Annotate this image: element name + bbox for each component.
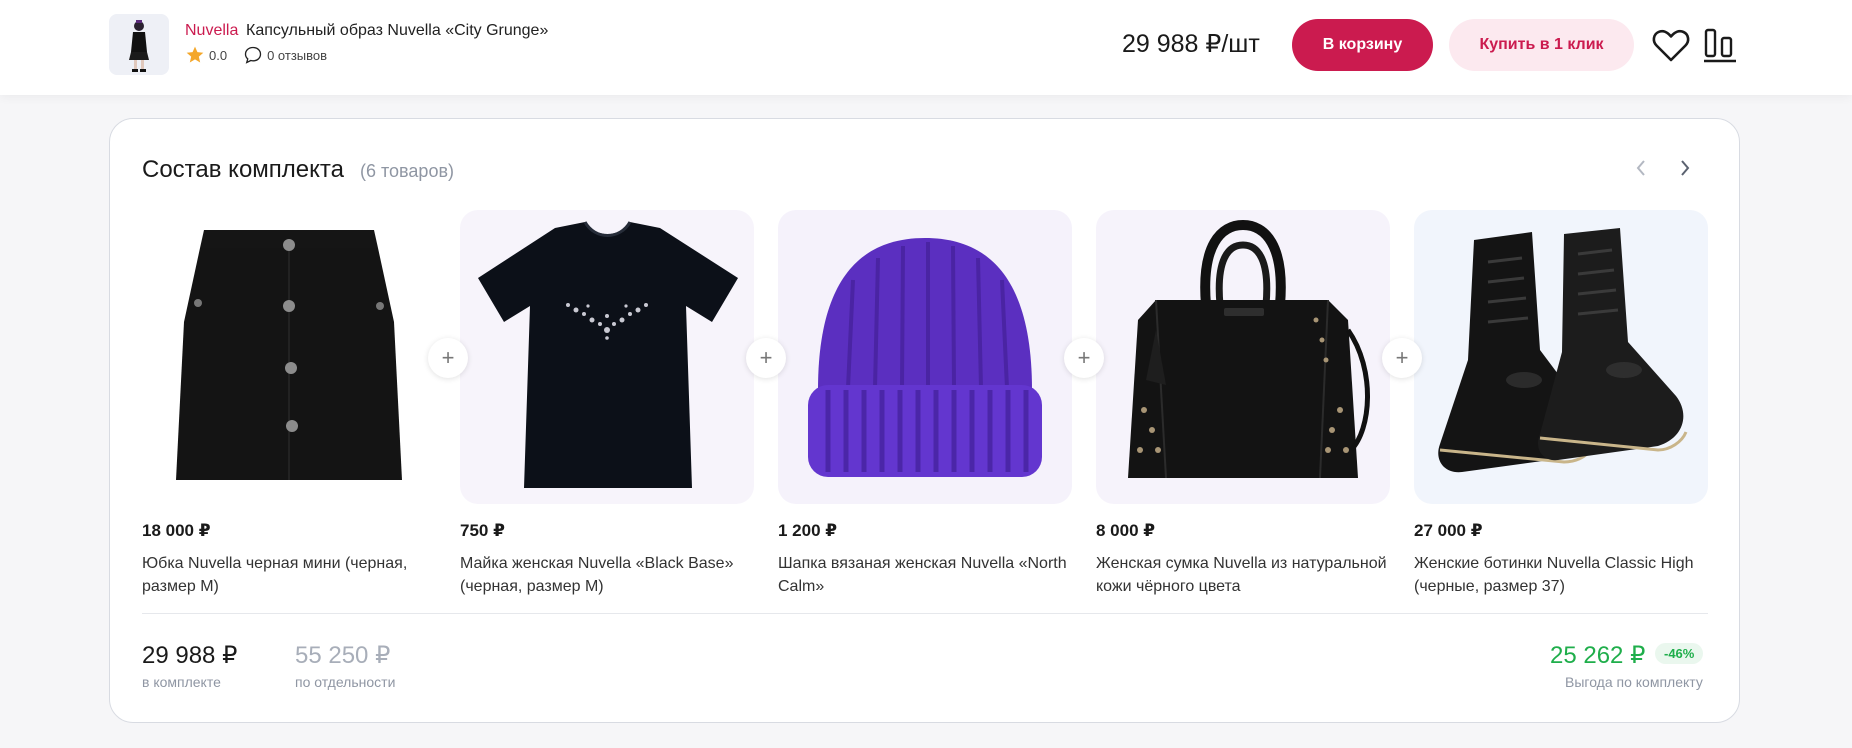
item-count: (6 товаров) bbox=[360, 161, 455, 181]
item-price: 1 200 ₽ bbox=[778, 521, 838, 540]
compare-icon[interactable] bbox=[1702, 26, 1740, 64]
set-item-beanie[interactable]: 1 200 ₽ Шапка вязаная женская Nuvella «N… bbox=[778, 210, 1072, 598]
divider bbox=[142, 613, 1708, 614]
set-total-price: 29 988 ₽ bbox=[142, 642, 238, 669]
plus-icon: + bbox=[746, 338, 786, 378]
carousel-prev-button[interactable] bbox=[1628, 155, 1654, 181]
carousel-next-button[interactable] bbox=[1672, 155, 1698, 181]
rating-value: 0.0 bbox=[209, 47, 228, 63]
heart-icon[interactable] bbox=[1650, 24, 1692, 66]
item-price: 27 000 ₽ bbox=[1414, 521, 1483, 540]
product-image-boots[interactable] bbox=[1414, 210, 1708, 504]
comment-icon bbox=[244, 46, 262, 64]
set-item-skirt[interactable]: 18 000 ₽ Юбка Nuvella черная мини (черна… bbox=[142, 210, 436, 598]
item-price: 18 000 ₽ bbox=[142, 521, 211, 540]
item-name[interactable]: Майка женская Nuvella «Black Base» (черн… bbox=[460, 552, 754, 598]
plus-icon: + bbox=[1382, 338, 1422, 378]
buy-one-click-button[interactable]: Купить в 1 клик bbox=[1449, 19, 1634, 71]
plus-icon: + bbox=[1064, 338, 1104, 378]
add-to-cart-button[interactable]: В корзину bbox=[1292, 19, 1433, 71]
rating-row: 0.0 0 отзывов bbox=[185, 45, 327, 65]
set-item-bag[interactable]: 8 000 ₽ Женская сумка Nuvella из натурал… bbox=[1096, 210, 1390, 598]
product-title: Капсульный образ Nuvella «City Grunge» bbox=[246, 22, 549, 39]
separate-total-price: 55 250 ₽ bbox=[295, 642, 391, 669]
discount-badge: -46% bbox=[1655, 643, 1704, 664]
item-name[interactable]: Шапка вязаная женская Nuvella «North Cal… bbox=[778, 552, 1072, 598]
section-title: Состав комплекта bbox=[142, 156, 344, 183]
product-image-tshirt[interactable] bbox=[460, 210, 754, 504]
chevron-left-icon bbox=[1636, 160, 1645, 176]
item-price: 8 000 ₽ bbox=[1096, 521, 1156, 540]
set-item-tshirt[interactable]: 750 ₽ Майка женская Nuvella «Black Base»… bbox=[460, 210, 754, 598]
chevron-right-icon bbox=[1681, 160, 1690, 176]
sticky-product-header: Nuvella Капсульный образ Nuvella «City G… bbox=[0, 0, 1852, 95]
product-image-beanie[interactable] bbox=[778, 210, 1072, 504]
product-image-bag[interactable] bbox=[1096, 210, 1390, 504]
set-composition-card: Состав комплекта (6 товаров) 18 000 ₽ Юб… bbox=[109, 118, 1740, 723]
product-image-skirt[interactable] bbox=[142, 210, 436, 504]
set-item-boots[interactable]: 27 000 ₽ Женские ботинки Nuvella Classic… bbox=[1414, 210, 1708, 598]
item-price: 750 ₽ bbox=[460, 521, 505, 540]
star-icon bbox=[186, 46, 204, 63]
item-name[interactable]: Женская сумка Nuvella из натуральной кож… bbox=[1096, 552, 1390, 598]
savings-amount: 25 262 ₽ bbox=[1550, 642, 1646, 669]
reviews-link[interactable]: 0 отзывов bbox=[267, 48, 327, 63]
brand-link[interactable]: Nuvella bbox=[185, 22, 238, 40]
unit-price: 29 988 ₽/шт bbox=[1122, 30, 1260, 58]
item-name[interactable]: Женские ботинки Nuvella Classic High (че… bbox=[1414, 552, 1708, 598]
set-total-label: в комплекте bbox=[142, 674, 221, 690]
plus-icon: + bbox=[428, 338, 468, 378]
separate-total-label: по отдельности bbox=[295, 674, 396, 690]
savings-label: Выгода по комплекту bbox=[1565, 674, 1703, 690]
item-name[interactable]: Юбка Nuvella черная мини (черная, размер… bbox=[142, 552, 436, 598]
product-thumbnail[interactable] bbox=[109, 14, 169, 75]
